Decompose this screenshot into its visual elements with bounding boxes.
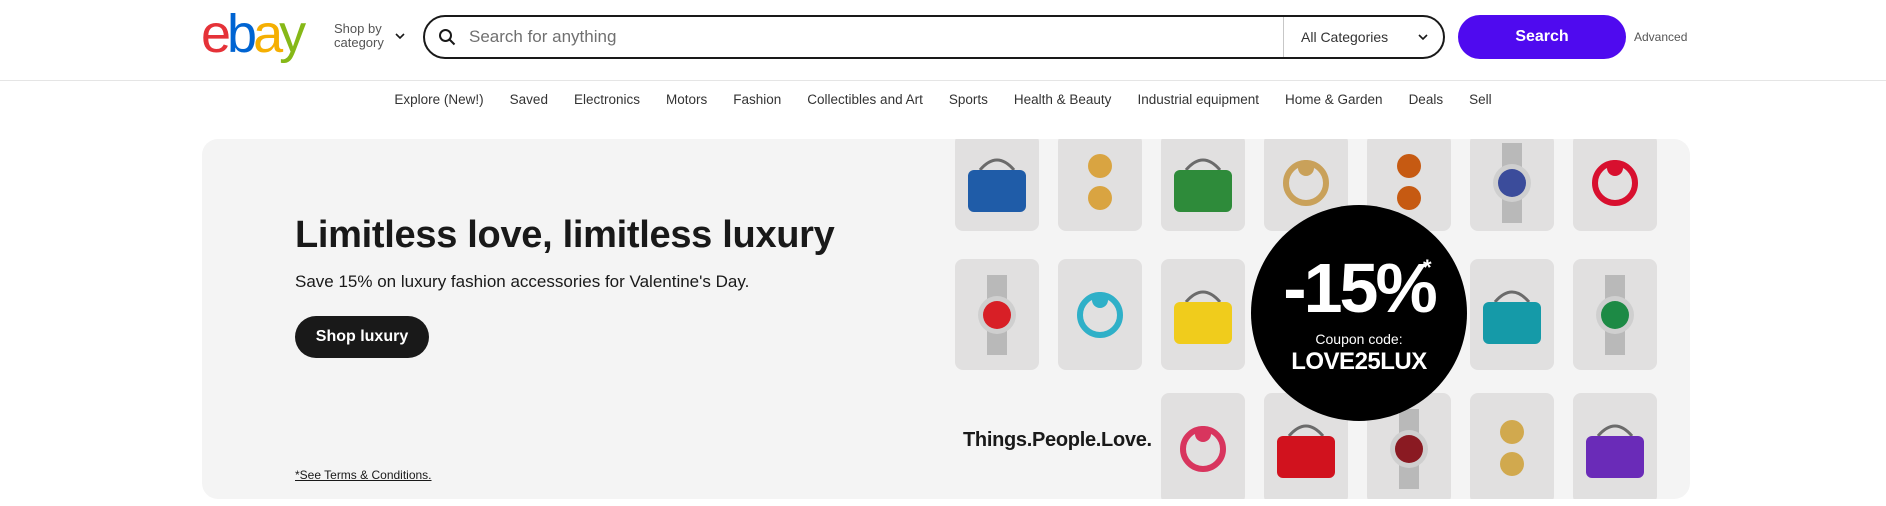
promo-banner[interactable]: Limitless love, limitless luxury Save 15… bbox=[202, 139, 1690, 499]
product-tile-green-saddle-bag[interactable] bbox=[1161, 139, 1245, 231]
product-tile-blue-handbag[interactable] bbox=[955, 139, 1039, 231]
product-image-heart-brooch bbox=[1180, 425, 1226, 472]
product-image-red-v-pouch bbox=[1277, 424, 1335, 478]
coupon-code: LOVE25LUX bbox=[1291, 348, 1427, 375]
nav-item-collectibles[interactable]: Collectibles and Art bbox=[807, 92, 923, 107]
product-image-dark-red-watch bbox=[1390, 408, 1428, 489]
banner-tagline: Things.People.Love. bbox=[963, 429, 1152, 451]
ebay-logo-letter: y bbox=[279, 4, 306, 64]
product-tile-silver-blue-watch[interactable] bbox=[1470, 139, 1554, 231]
nav-item-home-garden[interactable]: Home & Garden bbox=[1285, 92, 1383, 107]
discount-asterisk: * bbox=[1423, 255, 1432, 280]
shop-by-category-label: Shop by category bbox=[334, 21, 384, 50]
product-image-green-saddle-bag bbox=[1174, 158, 1232, 212]
product-image-teal-quilted-bag bbox=[1483, 290, 1541, 344]
category-nav: Explore (New!) Saved Electronics Motors … bbox=[0, 81, 1886, 117]
banner-headline: Limitless love, limitless luxury bbox=[295, 214, 835, 256]
site-header: ebay Shop by category All Categories Sea… bbox=[0, 0, 1886, 81]
product-image-gold-flower-earrings bbox=[1088, 153, 1112, 210]
coupon-label: Coupon code: bbox=[1315, 331, 1403, 347]
ebay-logo[interactable]: ebay bbox=[201, 4, 306, 64]
product-tile-gold-hoop-earrings[interactable] bbox=[1470, 393, 1554, 499]
banner-subline: Save 15% on luxury fashion accessories f… bbox=[295, 272, 750, 291]
coupon-badge: -15% * Coupon code: LOVE25LUX bbox=[1251, 205, 1467, 421]
nav-item-sports[interactable]: Sports bbox=[949, 92, 988, 107]
nav-item-explore[interactable]: Explore (New!) bbox=[394, 92, 483, 107]
nav-item-sell[interactable]: Sell bbox=[1469, 92, 1492, 107]
product-image-red-dial-watch bbox=[978, 274, 1016, 355]
nav-item-deals[interactable]: Deals bbox=[1409, 92, 1444, 107]
product-image-panther-ring bbox=[1283, 159, 1329, 206]
nav-item-saved[interactable]: Saved bbox=[510, 92, 548, 107]
search-button[interactable]: Search bbox=[1458, 15, 1626, 59]
product-image-blue-handbag bbox=[968, 158, 1026, 212]
product-tile-ruby-ring[interactable] bbox=[1573, 139, 1657, 231]
shop-luxury-button[interactable]: Shop luxury bbox=[295, 316, 429, 358]
ebay-logo-letter: e bbox=[201, 4, 231, 64]
product-image-gold-hoop-earrings bbox=[1500, 419, 1524, 476]
discount-percent: -15% bbox=[1283, 249, 1437, 327]
search-icon bbox=[425, 17, 469, 57]
nav-item-fashion[interactable]: Fashion bbox=[733, 92, 781, 107]
product-image-ruby-ring bbox=[1592, 159, 1638, 206]
chevron-down-icon bbox=[1418, 34, 1428, 41]
category-select[interactable]: All Categories bbox=[1283, 17, 1443, 57]
product-tile-yellow-bucket-bag[interactable] bbox=[1161, 259, 1245, 370]
product-tile-gold-flower-earrings[interactable] bbox=[1058, 139, 1142, 231]
search-bar: All Categories bbox=[423, 15, 1445, 59]
nav-item-industrial[interactable]: Industrial equipment bbox=[1137, 92, 1259, 107]
product-image-turquoise-clover-pendant bbox=[1077, 291, 1123, 338]
product-image-green-dial-watch bbox=[1596, 274, 1634, 355]
product-image-silver-blue-watch bbox=[1493, 142, 1531, 223]
product-image-yellow-bucket-bag bbox=[1174, 290, 1232, 344]
search-input[interactable] bbox=[469, 17, 1283, 57]
shop-by-category-button[interactable]: Shop by category bbox=[334, 22, 406, 50]
product-tile-green-dial-watch[interactable] bbox=[1573, 259, 1657, 370]
product-tile-turquoise-clover-pendant[interactable] bbox=[1058, 259, 1142, 370]
category-select-value: All Categories bbox=[1301, 29, 1389, 45]
product-tile-purple-quilted-wallet[interactable] bbox=[1573, 393, 1657, 499]
nav-item-motors[interactable]: Motors bbox=[666, 92, 707, 107]
product-tile-teal-quilted-bag[interactable] bbox=[1470, 259, 1554, 370]
nav-item-electronics[interactable]: Electronics bbox=[574, 92, 640, 107]
product-tile-heart-brooch[interactable] bbox=[1161, 393, 1245, 499]
product-image-purple-quilted-wallet bbox=[1586, 424, 1644, 478]
nav-item-health-beauty[interactable]: Health & Beauty bbox=[1014, 92, 1112, 107]
advanced-search-link[interactable]: Advanced bbox=[1634, 30, 1687, 44]
product-image-amber-stud-earrings bbox=[1397, 153, 1421, 210]
chevron-down-icon bbox=[395, 33, 405, 40]
terms-link[interactable]: *See Terms & Conditions. bbox=[295, 468, 432, 482]
ebay-logo-letter: b bbox=[227, 4, 257, 64]
ebay-logo-letter: a bbox=[253, 4, 283, 64]
product-tile-red-dial-watch[interactable] bbox=[955, 259, 1039, 370]
